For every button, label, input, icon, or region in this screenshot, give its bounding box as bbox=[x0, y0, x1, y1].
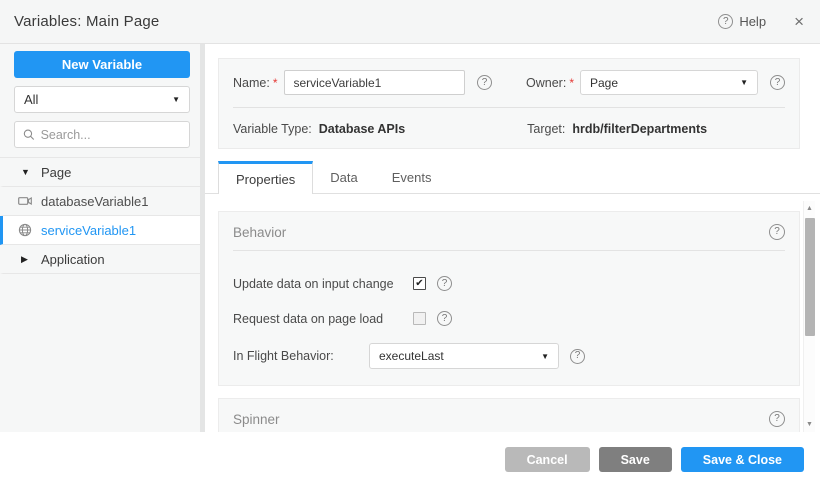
owner-label: Owner: bbox=[526, 76, 566, 90]
variable-editor: Name: * ? Owner: * Page ▼ ? bbox=[205, 44, 820, 432]
variable-info-panel: Name: * ? Owner: * Page ▼ ? bbox=[218, 58, 800, 149]
prop-row-request-data: Request data on page load ? bbox=[233, 308, 785, 329]
properties-scroll-area: Behavior ? Update data on input change ? bbox=[205, 201, 820, 432]
dialog-body: New Variable All ▼ ▼ Page bbox=[0, 44, 820, 432]
variables-sidebar: New Variable All ▼ ▼ Page bbox=[0, 44, 205, 432]
help-icon[interactable]: ? bbox=[769, 224, 785, 240]
scrollbar-thumb[interactable] bbox=[805, 218, 815, 336]
target-label: Target: bbox=[527, 122, 565, 136]
spinner-section: Spinner ? bbox=[218, 398, 800, 432]
editor-tabs: Properties Data Events bbox=[218, 161, 820, 194]
name-label: Name: bbox=[233, 76, 270, 90]
help-button[interactable]: ? Help bbox=[718, 14, 766, 29]
scrollbar[interactable]: ▲ ▼ bbox=[803, 201, 815, 432]
search-input[interactable] bbox=[41, 128, 181, 142]
prop-row-in-flight: In Flight Behavior: executeLast ▼ ? bbox=[233, 343, 785, 369]
sidebar-controls: New Variable All ▼ bbox=[0, 44, 200, 148]
update-data-checkbox[interactable] bbox=[413, 277, 426, 290]
save-button[interactable]: Save bbox=[599, 447, 672, 472]
panel-divider bbox=[233, 107, 785, 108]
tree-item-label: databaseVariable1 bbox=[41, 194, 148, 209]
request-data-checkbox[interactable] bbox=[413, 312, 426, 325]
behavior-section: Behavior ? Update data on input change ? bbox=[218, 211, 800, 386]
variables-dialog: Variables: Main Page ? Help × New Variab… bbox=[0, 0, 820, 487]
tree-group-page[interactable]: ▼ Page bbox=[0, 158, 200, 187]
variables-tree: ▼ Page databaseVariable1 bbox=[0, 157, 200, 274]
save-and-close-button[interactable]: Save & Close bbox=[681, 447, 804, 472]
tree-item-databasevariable1[interactable]: databaseVariable1 bbox=[0, 187, 200, 216]
help-icon[interactable]: ? bbox=[770, 75, 785, 90]
spinner-header: Spinner ? bbox=[219, 399, 799, 432]
variable-type-value: Database APIs bbox=[319, 122, 405, 136]
properties-content: Behavior ? Update data on input change ? bbox=[205, 201, 820, 432]
cancel-button[interactable]: Cancel bbox=[505, 447, 590, 472]
prop-row-update-data: Update data on input change ? bbox=[233, 273, 785, 294]
variable-search[interactable] bbox=[14, 121, 190, 148]
tab-events[interactable]: Events bbox=[375, 161, 449, 194]
help-icon[interactable]: ? bbox=[769, 411, 785, 427]
variable-filter-value: All bbox=[24, 92, 38, 107]
required-marker: * bbox=[273, 76, 278, 90]
chevron-down-icon: ▼ bbox=[172, 95, 180, 104]
scroll-down-icon[interactable]: ▼ bbox=[806, 417, 813, 432]
help-icon[interactable]: ? bbox=[718, 14, 733, 29]
chevron-down-icon: ▼ bbox=[740, 78, 748, 87]
new-variable-button[interactable]: New Variable bbox=[14, 51, 190, 78]
tree-group-application[interactable]: ▶ Application bbox=[0, 245, 200, 274]
target-value: hrdb/filterDepartments bbox=[572, 122, 707, 136]
help-icon[interactable]: ? bbox=[570, 349, 585, 364]
dialog-title: Variables: Main Page bbox=[14, 13, 159, 30]
service-variable-icon bbox=[18, 223, 32, 237]
scroll-up-icon[interactable]: ▲ bbox=[806, 201, 813, 216]
caret-right-icon[interactable]: ▶ bbox=[21, 254, 32, 265]
help-icon[interactable]: ? bbox=[437, 311, 452, 326]
tree-group-label: Application bbox=[41, 252, 105, 267]
caret-down-icon[interactable]: ▼ bbox=[21, 167, 32, 177]
owner-block: Owner: * Page ▼ ? bbox=[526, 70, 785, 95]
tree-item-label: serviceVariable1 bbox=[41, 223, 136, 238]
variable-name-input[interactable] bbox=[284, 70, 466, 95]
variable-type-label: Variable Type: bbox=[233, 122, 312, 136]
name-owner-row: Name: * ? Owner: * Page ▼ ? bbox=[233, 70, 785, 95]
chevron-down-icon: ▼ bbox=[541, 352, 549, 361]
prop-label: In Flight Behavior: bbox=[233, 349, 369, 363]
in-flight-behavior-value: executeLast bbox=[379, 349, 444, 363]
database-variable-icon bbox=[18, 195, 32, 207]
spinner-title: Spinner bbox=[233, 412, 280, 427]
behavior-header: Behavior ? bbox=[219, 212, 799, 250]
title-bar: Variables: Main Page ? Help × bbox=[0, 0, 820, 44]
behavior-title: Behavior bbox=[233, 225, 286, 240]
owner-value: Page bbox=[590, 76, 618, 90]
variable-meta-row: Variable Type: Database APIs Target: hrd… bbox=[233, 122, 785, 136]
prop-label: Update data on input change bbox=[233, 277, 413, 291]
tab-data[interactable]: Data bbox=[313, 161, 374, 194]
required-marker: * bbox=[569, 76, 574, 90]
search-icon bbox=[23, 128, 35, 141]
tab-properties[interactable]: Properties bbox=[218, 161, 313, 194]
dialog-footer: Cancel Save Save & Close bbox=[0, 432, 820, 487]
tree-group-label: Page bbox=[41, 165, 71, 180]
behavior-body: Update data on input change ? Request da… bbox=[219, 251, 799, 385]
help-icon[interactable]: ? bbox=[477, 75, 492, 90]
prop-label: Request data on page load bbox=[233, 312, 413, 326]
help-label[interactable]: Help bbox=[739, 14, 766, 29]
variable-filter-select[interactable]: All ▼ bbox=[14, 86, 190, 113]
owner-select[interactable]: Page ▼ bbox=[580, 70, 758, 95]
close-icon[interactable]: × bbox=[794, 13, 804, 30]
help-icon[interactable]: ? bbox=[437, 276, 452, 291]
in-flight-behavior-select[interactable]: executeLast ▼ bbox=[369, 343, 559, 369]
tree-item-servicevariable1[interactable]: serviceVariable1 bbox=[0, 216, 200, 245]
